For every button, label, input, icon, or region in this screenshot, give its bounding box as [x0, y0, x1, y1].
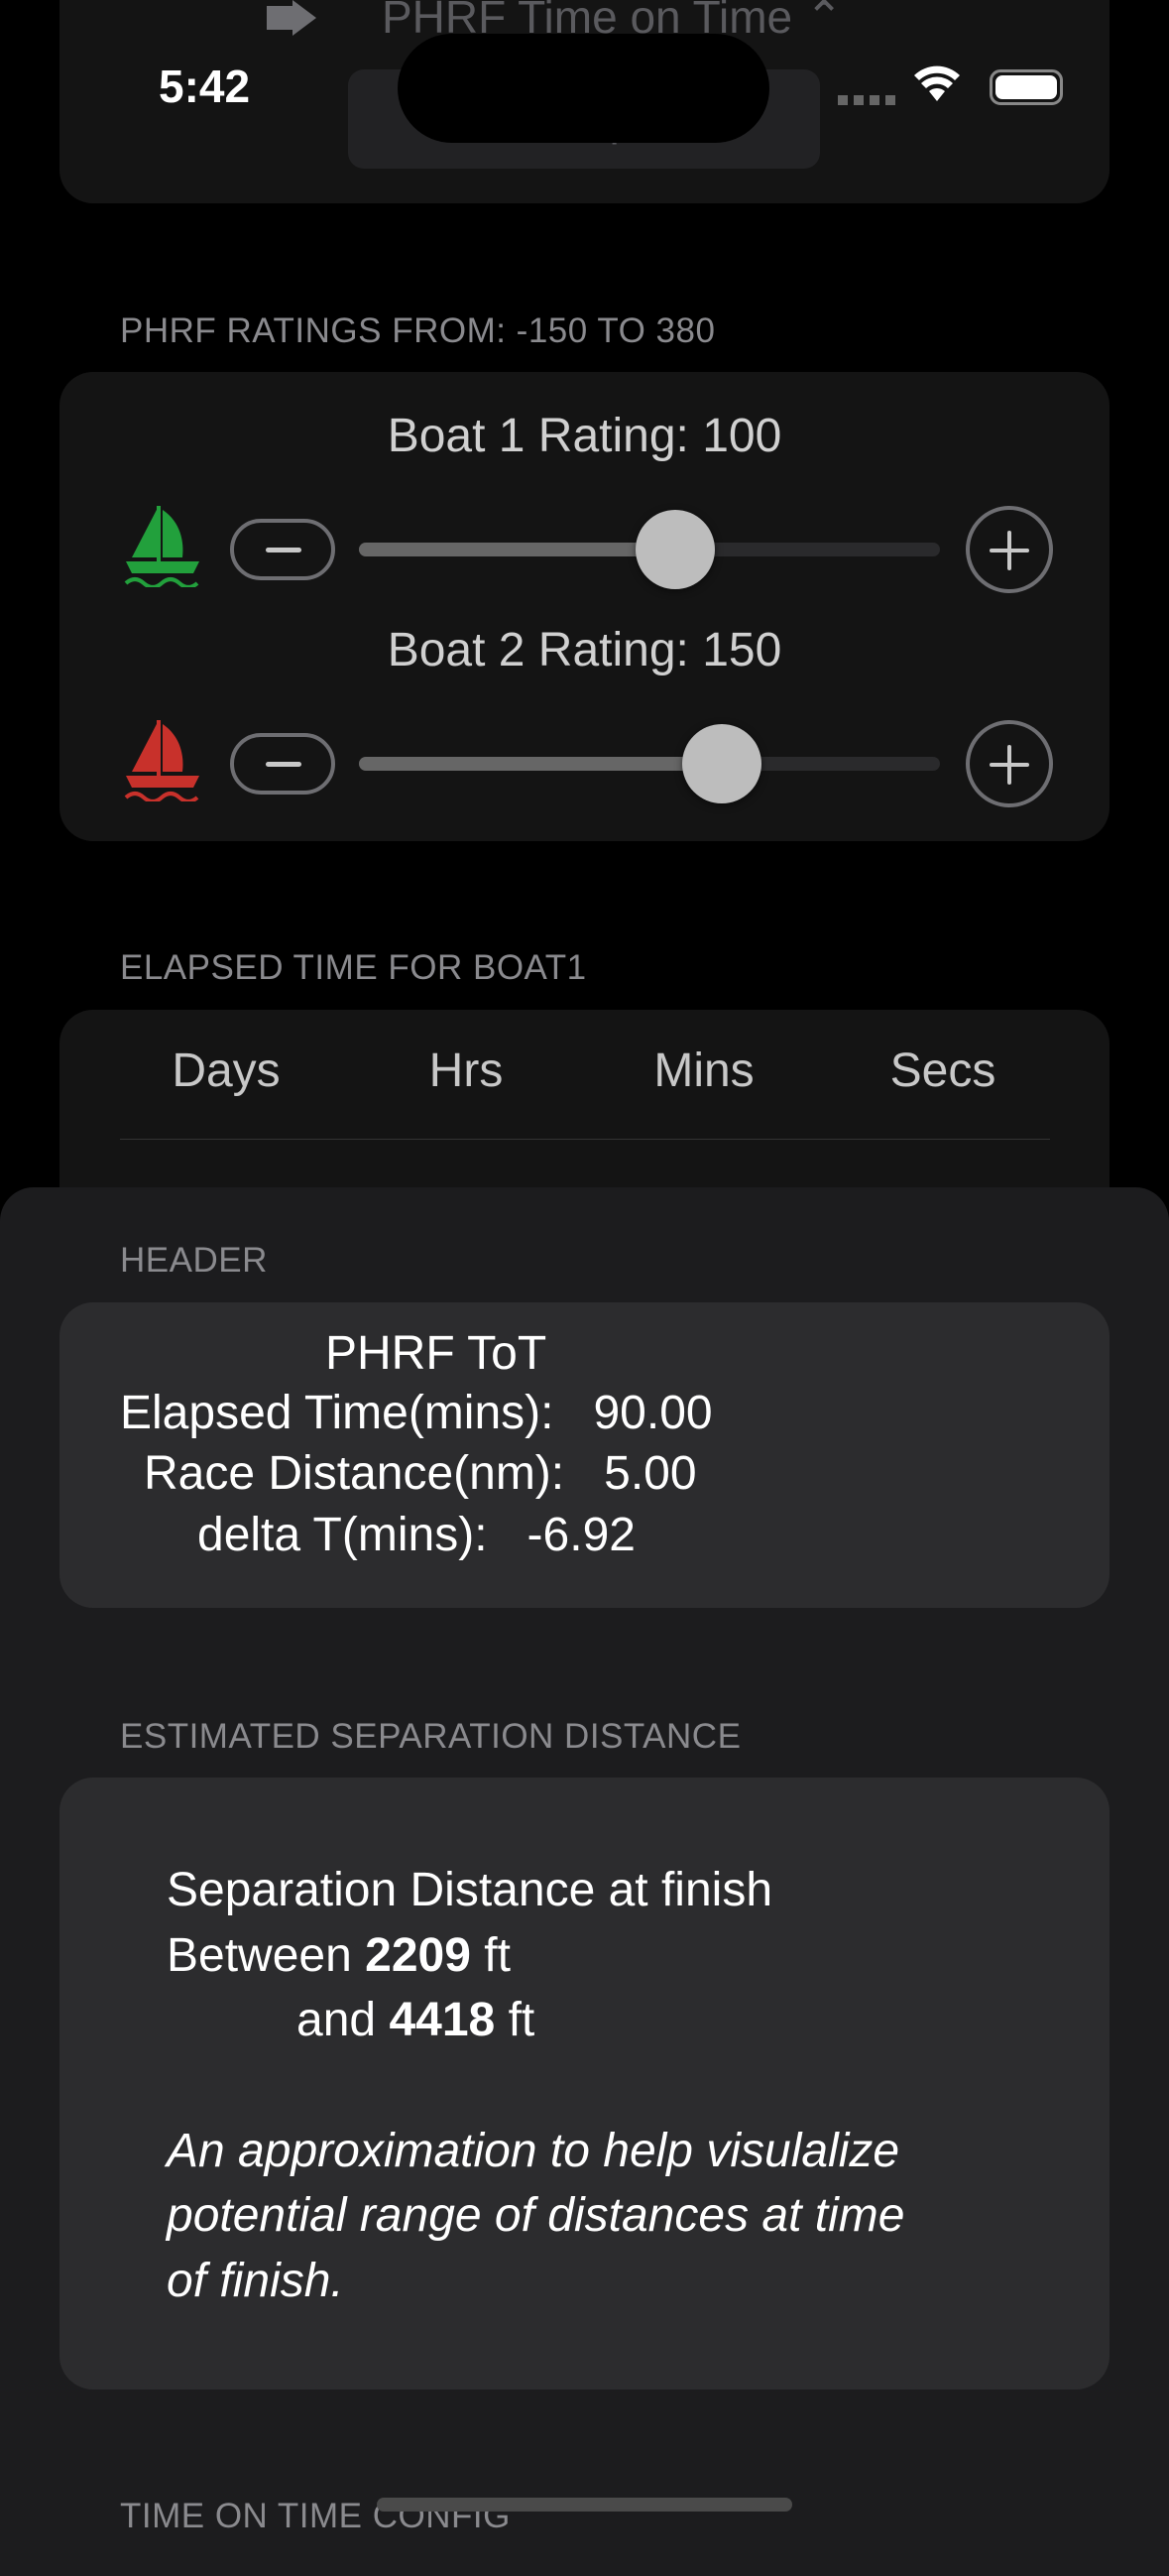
ratings-section-label: PHRF RATINGS FROM: -150 TO 380 [120, 311, 716, 350]
boat1-rating-label: Boat 1 Rating: 100 [387, 410, 782, 462]
boat2-rating-label: Boat 2 Rating: 150 [387, 624, 782, 676]
boat2-rating-slider[interactable] [359, 724, 940, 803]
boat2-decrement-button[interactable] [230, 733, 335, 795]
column-mins: Mins [653, 1044, 755, 1097]
separation-title: Separation Distance at finish [167, 1864, 773, 1916]
low-distance: 2209 [365, 1929, 471, 1982]
note-line: of finish. [167, 2255, 344, 2307]
boat2-increment-button[interactable] [966, 720, 1053, 807]
note-line: potential range of distances at time [167, 2189, 905, 2242]
boat1-rating-slider[interactable] [359, 510, 940, 589]
distance-value: 5.00 [604, 1447, 697, 1500]
slider-thumb[interactable] [635, 510, 715, 589]
signal-icon [838, 95, 895, 105]
between-label: Between [167, 1929, 352, 1982]
summary-card: PHRF ToT Elapsed Time(mins): 90.00 Race … [59, 1302, 1110, 1608]
dynamic-island [398, 34, 769, 143]
chevron-up-down-icon: ⌃ [804, 0, 844, 43]
separation-card: Separation Distance at finish Between 22… [59, 1778, 1110, 2390]
arrow-right-icon [267, 0, 316, 36]
divider [120, 1139, 1050, 1140]
and-label: and [296, 1994, 377, 2046]
boat1-increment-button[interactable] [966, 506, 1053, 593]
slider-thumb[interactable] [682, 724, 762, 803]
note-line: An approximation to help visulalize [167, 2125, 900, 2177]
header-section-label: HEADER [120, 1241, 268, 1280]
unit: ft [508, 1994, 535, 2046]
high-distance: 4418 [389, 1994, 496, 2046]
elapsed-label: Elapsed Time(mins): [120, 1387, 554, 1439]
column-days: Days [172, 1044, 281, 1097]
boat1-decrement-button[interactable] [230, 519, 335, 580]
separation-section-label: ESTIMATED SEPARATION DISTANCE [120, 1717, 742, 1756]
delta-label: delta T(mins): [197, 1509, 488, 1561]
distance-label: Race Distance(nm): [144, 1447, 565, 1500]
battery-icon [990, 69, 1063, 105]
elapsed-section-label: ELAPSED TIME FOR BOAT1 [120, 948, 587, 987]
summary-title: PHRF ToT [325, 1327, 547, 1380]
sailboat-icon [124, 506, 199, 587]
wifi-icon [914, 65, 960, 101]
elapsed-value: 90.00 [593, 1387, 713, 1439]
home-indicator[interactable] [377, 2498, 792, 2512]
unit: ft [484, 1929, 511, 1982]
column-hrs: Hrs [428, 1044, 504, 1097]
column-secs: Secs [889, 1044, 996, 1097]
delta-value: -6.92 [526, 1509, 636, 1561]
status-time: 5:42 [159, 61, 251, 112]
bottom-sheet: HEADER PHRF ToT Elapsed Time(mins): 90.0… [0, 1187, 1169, 2576]
sailboat-icon [124, 720, 199, 801]
